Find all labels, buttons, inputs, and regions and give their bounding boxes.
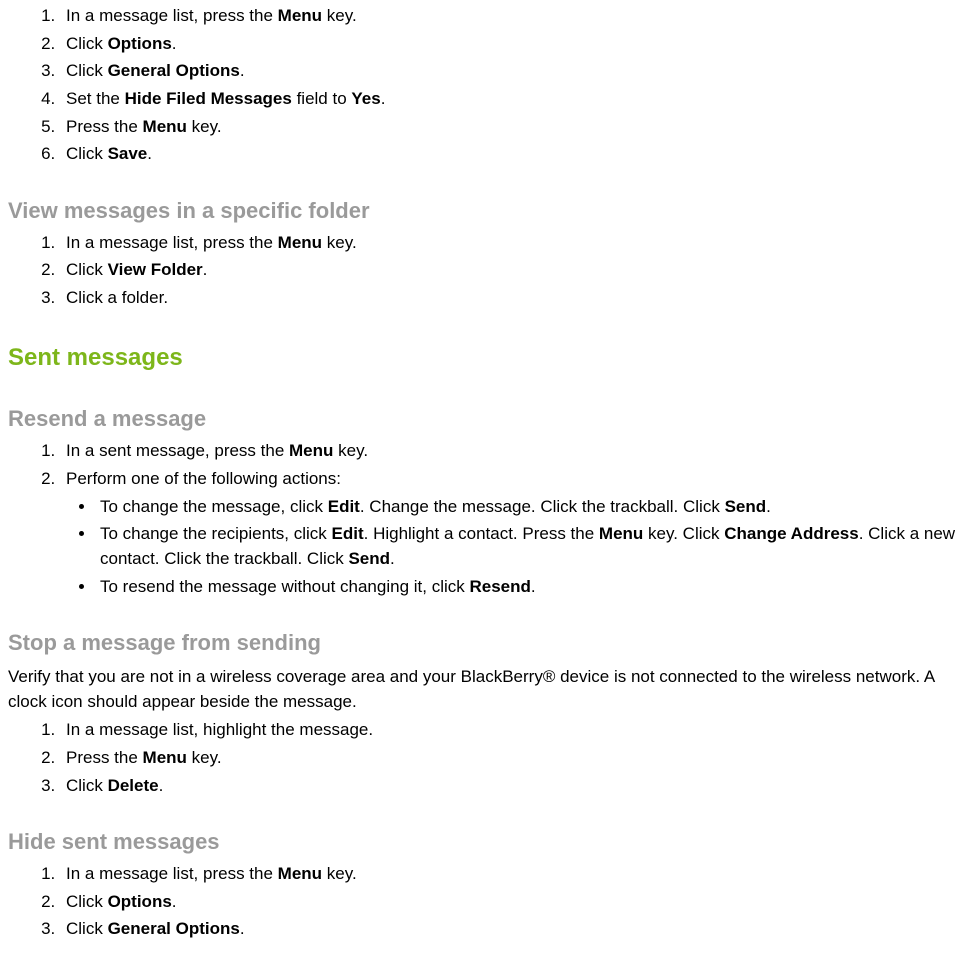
- step-text: Click: [66, 260, 108, 279]
- step-bold: Menu: [278, 233, 322, 252]
- step-bold: Menu: [278, 6, 322, 25]
- list-item: Click Delete.: [60, 774, 965, 799]
- bullet-bold: Resend: [469, 577, 530, 596]
- step-text: .: [381, 89, 386, 108]
- step-text: In a message list, press the: [66, 864, 278, 883]
- list-item: Set the Hide Filed Messages field to Yes…: [60, 87, 965, 112]
- step-text: .: [159, 776, 164, 795]
- list-item: Click General Options.: [60, 59, 965, 84]
- bullet-bold: Send: [725, 497, 767, 516]
- step-bold: Menu: [289, 441, 333, 460]
- step-text: field to: [292, 89, 352, 108]
- list-item: In a message list, highlight the message…: [60, 718, 965, 743]
- list-item: Press the Menu key.: [60, 115, 965, 140]
- step-bold: Yes: [351, 89, 380, 108]
- step-text: Click a folder.: [66, 288, 168, 307]
- step-bold: Menu: [143, 748, 187, 767]
- step-text: In a message list, press the: [66, 6, 278, 25]
- step-text: Click: [66, 34, 108, 53]
- step-text: Perform one of the following actions:: [66, 469, 341, 488]
- list-item: Click Options.: [60, 890, 965, 915]
- heading-view-folder: View messages in a specific folder: [8, 195, 965, 227]
- step-text: key.: [187, 117, 222, 136]
- stop-intro-paragraph: Verify that you are not in a wireless co…: [8, 665, 965, 714]
- bullet-text: To change the recipients, click: [100, 524, 332, 543]
- heading-sent-messages: Sent messages: [8, 341, 965, 376]
- list-item: Click a folder.: [60, 286, 965, 311]
- bullet-bold: Edit: [332, 524, 364, 543]
- bullet-bold: Change Address: [724, 524, 858, 543]
- bullet-text: .: [766, 497, 771, 516]
- heading-hide-sent: Hide sent messages: [8, 826, 965, 858]
- bullet-text: To resend the message without changing i…: [100, 577, 469, 596]
- step-bold: Save: [108, 144, 148, 163]
- step-text: .: [240, 61, 245, 80]
- hide-sent-steps: In a message list, press the Menu key. C…: [8, 862, 965, 942]
- step-bold: Options: [108, 892, 172, 911]
- list-item: Click Save.: [60, 142, 965, 167]
- step-text: In a sent message, press the: [66, 441, 289, 460]
- stop-steps: In a message list, highlight the message…: [8, 718, 965, 798]
- step-text: Set the: [66, 89, 125, 108]
- bullet-text: .: [390, 549, 395, 568]
- bullet-item: To resend the message without changing i…: [96, 575, 965, 600]
- step-text: .: [203, 260, 208, 279]
- bullet-bold: Edit: [328, 497, 360, 516]
- list-item: Click Options.: [60, 32, 965, 57]
- step-text: key.: [187, 748, 222, 767]
- step-text: Click: [66, 892, 108, 911]
- heading-resend: Resend a message: [8, 403, 965, 435]
- step-text: .: [172, 892, 177, 911]
- bullet-text: . Change the message. Click the trackbal…: [360, 497, 725, 516]
- list-item: Click View Folder.: [60, 258, 965, 283]
- step-text: In a message list, press the: [66, 233, 278, 252]
- step-text: Press the: [66, 117, 143, 136]
- bullet-text: key. Click: [643, 524, 724, 543]
- step-text: .: [240, 919, 245, 938]
- bullet-bold: Menu: [599, 524, 643, 543]
- step-bold: View Folder: [108, 260, 203, 279]
- list-item: In a message list, press the Menu key.: [60, 4, 965, 29]
- view-folder-steps: In a message list, press the Menu key. C…: [8, 231, 965, 311]
- heading-stop-sending: Stop a message from sending: [8, 627, 965, 659]
- list-item: In a message list, press the Menu key.: [60, 862, 965, 887]
- resend-steps: In a sent message, press the Menu key. P…: [8, 439, 965, 599]
- step-bold: General Options: [108, 61, 240, 80]
- step-text: Press the: [66, 748, 143, 767]
- hide-filed-steps: In a message list, press the Menu key. C…: [8, 4, 965, 167]
- bullet-text: .: [531, 577, 536, 596]
- step-text: Click: [66, 61, 108, 80]
- step-text: key.: [322, 864, 357, 883]
- step-text: key.: [322, 6, 357, 25]
- bullet-item: To change the message, click Edit. Chang…: [96, 495, 965, 520]
- step-bold: Hide Filed Messages: [125, 89, 292, 108]
- bullet-text: . Highlight a contact. Press the: [364, 524, 599, 543]
- step-text: Click: [66, 144, 108, 163]
- bullet-text: To change the message, click: [100, 497, 328, 516]
- step-bold: Menu: [143, 117, 187, 136]
- step-text: Click: [66, 919, 108, 938]
- bullet-item: To change the recipients, click Edit. Hi…: [96, 522, 965, 571]
- step-text: .: [172, 34, 177, 53]
- list-item: Press the Menu key.: [60, 746, 965, 771]
- list-item: In a sent message, press the Menu key.: [60, 439, 965, 464]
- step-text: key.: [333, 441, 368, 460]
- resend-sub-bullets: To change the message, click Edit. Chang…: [66, 495, 965, 600]
- list-item: In a message list, press the Menu key.: [60, 231, 965, 256]
- step-text: key.: [322, 233, 357, 252]
- step-text: Click: [66, 776, 108, 795]
- list-item: Perform one of the following actions: To…: [60, 467, 965, 599]
- step-bold: Delete: [108, 776, 159, 795]
- list-item: Click General Options.: [60, 917, 965, 942]
- step-text: In a message list, highlight the message…: [66, 720, 373, 739]
- step-bold: Menu: [278, 864, 322, 883]
- bullet-bold: Send: [348, 549, 390, 568]
- step-bold: General Options: [108, 919, 240, 938]
- step-bold: Options: [108, 34, 172, 53]
- step-text: .: [147, 144, 152, 163]
